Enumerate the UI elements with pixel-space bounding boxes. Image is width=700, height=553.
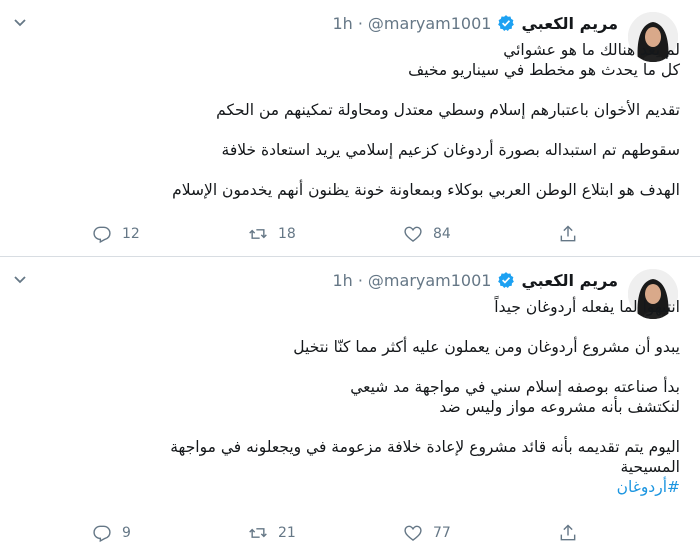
tweet-header: مريم الكعبي @maryam1001 · 1h: [333, 12, 619, 34]
tweet-line: اليوم يتم تقديمه بأنه قائد مشروع لإعادة …: [170, 438, 680, 456]
reply-button[interactable]: 12: [92, 222, 140, 246]
like-count: 77: [433, 525, 451, 541]
retweet-icon: [249, 229, 267, 239]
retweet-button[interactable]: 21: [248, 521, 296, 545]
share-icon: [560, 225, 576, 242]
tweet-line: انتبهوا لما يفعله أردوغان جيداً: [494, 298, 680, 316]
like-button[interactable]: 77: [403, 521, 451, 545]
separator-dot: ·: [357, 270, 363, 290]
tweet-header: مريم الكعبي @maryam1001 · 1h: [333, 269, 619, 291]
user-handle[interactable]: @maryam1001: [368, 14, 492, 33]
retweet-button[interactable]: 18: [248, 222, 296, 246]
like-icon: [404, 226, 422, 242]
hashtag-link[interactable]: #أردوغان: [20, 477, 680, 497]
like-icon: [404, 525, 422, 541]
tweet-line: الهدف هو ابتلاع الوطن العربي بوكلاء وبمع…: [172, 181, 680, 199]
timestamp[interactable]: 1h: [333, 271, 353, 290]
reply-count: 9: [122, 525, 131, 541]
retweet-count: 18: [278, 226, 296, 242]
retweet-icon: [249, 528, 267, 538]
tweet[interactable]: مريم الكعبي @maryam1001 · 1h لم يعد هنال…: [0, 0, 700, 256]
tweet-line: تقديم الأخوان باعتبارهم إسلام وسطي معتدل…: [216, 101, 680, 119]
tweet-actions: 12 18 84: [0, 222, 700, 246]
share-icon: [560, 524, 576, 541]
reply-icon: [93, 226, 111, 244]
display-name[interactable]: مريم الكعبي: [521, 271, 618, 290]
tweet-line: لنكتشف بأنه مشروعه مواز وليس ضد: [439, 398, 680, 416]
like-count: 84: [433, 226, 451, 242]
user-handle[interactable]: @maryam1001: [368, 271, 492, 290]
share-button[interactable]: [558, 521, 588, 545]
reply-icon: [93, 525, 111, 543]
verified-icon: [498, 272, 515, 289]
retweet-count: 21: [278, 525, 296, 541]
reply-button[interactable]: 9: [92, 521, 131, 545]
share-button[interactable]: [558, 222, 588, 246]
verified-icon: [498, 15, 515, 32]
chevron-down-icon[interactable]: [12, 271, 28, 287]
tweet-line: يبدو أن مشروع أردوغان ومن يعملون عليه أك…: [293, 338, 680, 356]
tweet-text: انتبهوا لما يفعله أردوغان جيداً يبدو أن …: [20, 297, 680, 497]
tweet-line: كل ما يحدث هو مخطط في سيناريو مخيف: [408, 61, 680, 79]
chevron-down-icon[interactable]: [12, 14, 28, 30]
tweet-text: لم يعد هنالك ما هو عشوائي كل ما يحدث هو …: [20, 40, 680, 200]
like-button[interactable]: 84: [403, 222, 451, 246]
reply-count: 12: [122, 226, 140, 242]
tweet-line: بدأ صناعته بوصفه إسلام سني في مواجهة مد …: [350, 378, 680, 396]
tweet-actions: 9 21 77: [0, 521, 700, 545]
display-name[interactable]: مريم الكعبي: [521, 14, 618, 33]
tweet-line: المسيحية: [620, 458, 681, 476]
tweet[interactable]: مريم الكعبي @maryam1001 · 1h انتبهوا لما…: [0, 257, 700, 553]
tweet-line: لم يعد هنالك ما هو عشوائي: [503, 41, 680, 59]
tweet-feed: مريم الكعبي @maryam1001 · 1h لم يعد هنال…: [0, 0, 700, 553]
tweet-line: سقوطهم تم استبداله بصورة أردوغان كزعيم إ…: [221, 141, 680, 159]
timestamp[interactable]: 1h: [333, 14, 353, 33]
separator-dot: ·: [357, 13, 363, 33]
